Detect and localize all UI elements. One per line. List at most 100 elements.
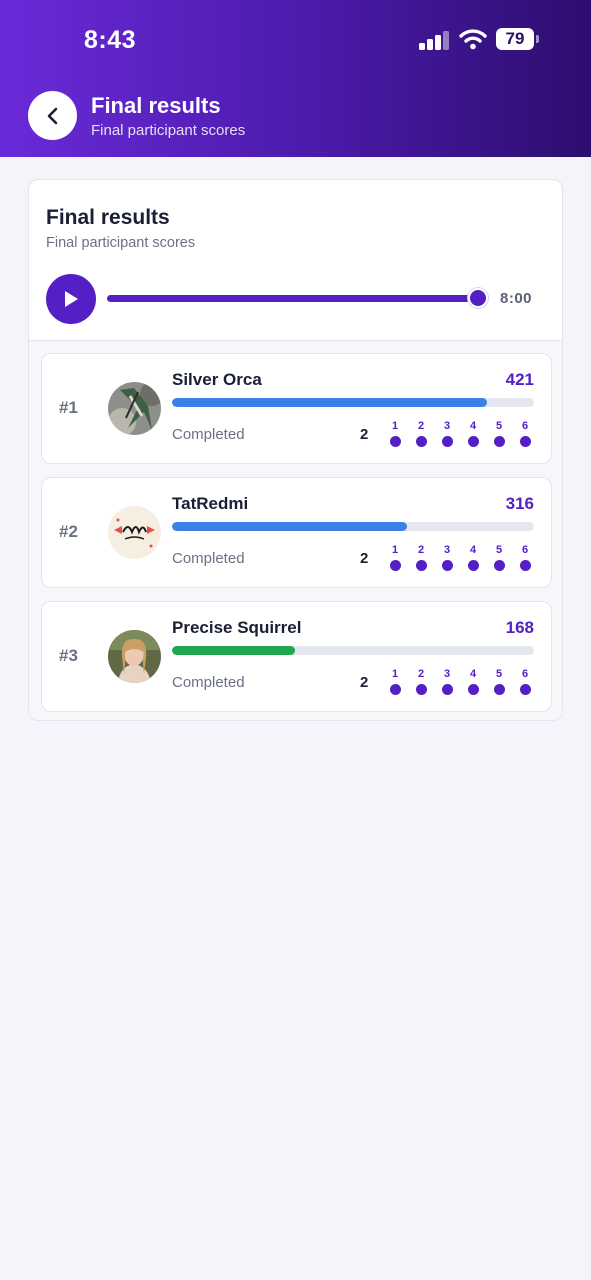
participant-rank: #2 bbox=[59, 522, 78, 541]
question-step-dot bbox=[415, 436, 427, 447]
question-step-dot bbox=[441, 684, 453, 695]
question-step-4: 4 bbox=[466, 420, 480, 447]
participant-score: 168 bbox=[505, 618, 534, 637]
question-step-dot bbox=[519, 684, 531, 695]
question-step-number: 3 bbox=[443, 544, 451, 556]
question-step-number: 2 bbox=[417, 668, 425, 680]
question-step-dot bbox=[389, 684, 401, 695]
question-step-number: 2 bbox=[417, 544, 425, 556]
question-step-number: 6 bbox=[521, 668, 529, 680]
question-step-dot bbox=[467, 560, 479, 571]
question-step-number: 3 bbox=[443, 668, 451, 680]
score-bar bbox=[172, 398, 534, 407]
question-step-dot bbox=[389, 560, 401, 571]
question-step-number: 5 bbox=[495, 544, 503, 556]
battery-cap bbox=[536, 35, 539, 43]
question-step-1: 1 bbox=[388, 420, 402, 447]
question-step-3: 3 bbox=[440, 544, 454, 571]
participant-count: 2 bbox=[360, 674, 369, 691]
question-step-dot bbox=[415, 684, 427, 695]
question-step-number: 4 bbox=[469, 420, 477, 432]
score-bar-fill bbox=[172, 646, 296, 655]
question-step-dot bbox=[519, 560, 531, 571]
question-step-number: 1 bbox=[391, 668, 399, 680]
participant-row[interactable]: #3 Precise Squirrel 168 Completed 2 1 2 3 4… bbox=[41, 601, 552, 712]
question-step-dot bbox=[467, 684, 479, 695]
question-step-dot bbox=[467, 436, 479, 447]
question-step-dot bbox=[493, 560, 505, 571]
question-step-number: 2 bbox=[417, 420, 425, 432]
question-step-number: 3 bbox=[443, 420, 451, 432]
participant-name: Precise Squirrel bbox=[172, 618, 302, 637]
question-step-3: 3 bbox=[440, 420, 454, 447]
status-time: 8:43 bbox=[84, 26, 137, 54]
participant-row[interactable]: #2 TatRedmi 316 Completed 2 1 2 3 4 5 6 bbox=[41, 477, 552, 588]
question-step-number: 6 bbox=[521, 544, 529, 556]
participant-name: Silver Orca bbox=[172, 370, 262, 389]
results-card-header: Final results Final participant scores 8… bbox=[29, 180, 562, 341]
question-step-number: 4 bbox=[469, 668, 477, 680]
question-step-4: 4 bbox=[466, 668, 480, 695]
question-step-dot bbox=[389, 436, 401, 447]
participant-rank: #1 bbox=[59, 398, 78, 417]
page-subtitle: Final participant scores bbox=[91, 122, 246, 139]
question-step-number: 5 bbox=[495, 420, 503, 432]
question-step-dot bbox=[441, 436, 453, 447]
score-bar-fill bbox=[172, 398, 487, 407]
question-step-dot bbox=[441, 560, 453, 571]
participant-row[interactable]: #1 Silver Orca 421 Completed 2 1 2 3 4 5 6 bbox=[41, 353, 552, 464]
avatar bbox=[108, 506, 161, 559]
participant-count: 2 bbox=[360, 550, 369, 567]
question-step-2: 2 bbox=[414, 420, 428, 447]
participant-name: TatRedmi bbox=[172, 494, 249, 513]
playback-slider-handle[interactable] bbox=[468, 288, 488, 308]
question-step-number: 6 bbox=[521, 420, 529, 432]
question-step-5: 5 bbox=[492, 420, 506, 447]
participant-rank: #3 bbox=[59, 646, 78, 665]
score-bar bbox=[172, 646, 534, 655]
participant-status: Completed bbox=[172, 550, 245, 567]
participant-status: Completed bbox=[172, 674, 245, 691]
page-title: Final results bbox=[91, 93, 221, 118]
question-step-5: 5 bbox=[492, 544, 506, 571]
playback-time: 8:00 bbox=[500, 290, 533, 307]
question-step-3: 3 bbox=[440, 668, 454, 695]
play-icon bbox=[65, 291, 78, 307]
question-step-6: 6 bbox=[518, 544, 532, 571]
avatar bbox=[108, 382, 161, 435]
participant-score: 421 bbox=[505, 370, 534, 389]
participant-count: 2 bbox=[360, 426, 369, 443]
avatar bbox=[108, 630, 161, 683]
question-step-1: 1 bbox=[388, 668, 402, 695]
results-card: Final results Final participant scores 8… bbox=[28, 179, 563, 721]
playback-timeline[interactable] bbox=[107, 295, 478, 302]
battery-indicator: 79 bbox=[496, 28, 534, 50]
question-step-number: 1 bbox=[391, 544, 399, 556]
wifi-icon bbox=[459, 29, 487, 50]
question-step-4: 4 bbox=[466, 544, 480, 571]
question-step-1: 1 bbox=[388, 544, 402, 571]
question-step-6: 6 bbox=[518, 420, 532, 447]
chevron-left-icon bbox=[47, 107, 57, 124]
score-bar-fill bbox=[172, 522, 408, 531]
question-step-2: 2 bbox=[414, 668, 428, 695]
playback-progress bbox=[107, 295, 478, 302]
question-step-number: 5 bbox=[495, 668, 503, 680]
question-step-6: 6 bbox=[518, 668, 532, 695]
question-step-5: 5 bbox=[492, 668, 506, 695]
question-step-number: 4 bbox=[469, 544, 477, 556]
participant-score: 316 bbox=[505, 494, 534, 513]
question-step-2: 2 bbox=[414, 544, 428, 571]
question-step-dot bbox=[519, 436, 531, 447]
card-subtitle: Final participant scores bbox=[46, 235, 196, 251]
play-button[interactable] bbox=[46, 274, 96, 324]
back-button[interactable] bbox=[28, 91, 77, 140]
card-title: Final results bbox=[46, 206, 170, 229]
score-bar bbox=[172, 522, 534, 531]
app-header: 8:43 79 Final results Final participant … bbox=[0, 0, 591, 157]
question-step-dot bbox=[493, 684, 505, 695]
question-step-dot bbox=[415, 560, 427, 571]
cellular-signal-icon bbox=[419, 31, 451, 50]
question-step-dot bbox=[493, 436, 505, 447]
participant-status: Completed bbox=[172, 426, 245, 443]
